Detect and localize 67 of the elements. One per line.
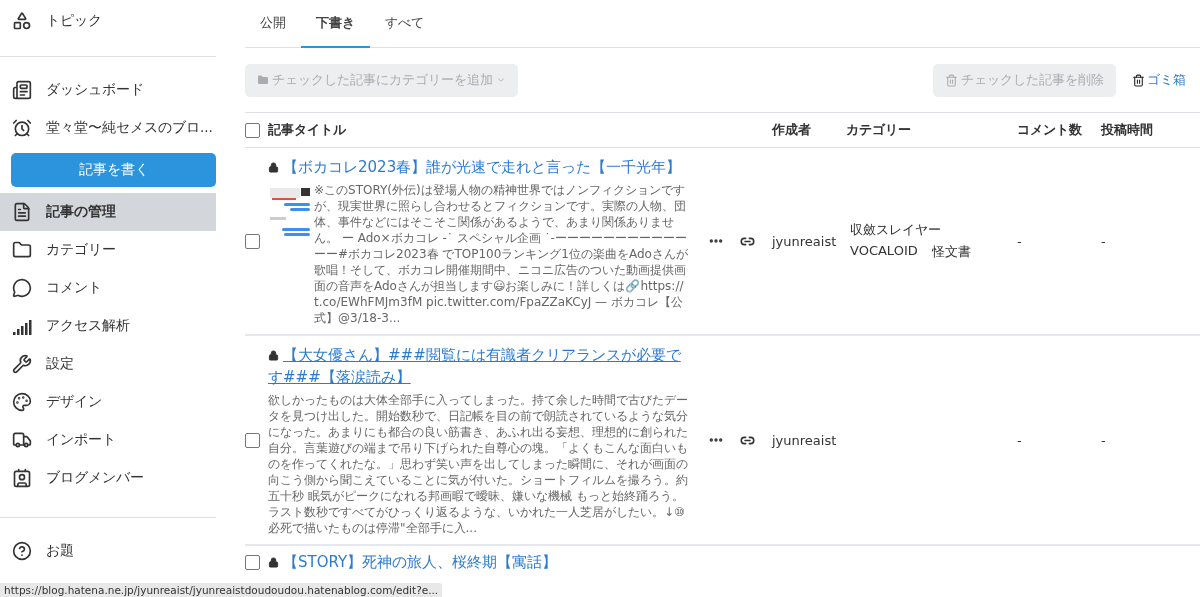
sidebar-item[interactable]: コメント: [0, 269, 216, 307]
column-header: カテゴリー: [846, 121, 912, 139]
sidebar-item[interactable]: トピック: [0, 2, 216, 40]
posted-time: -: [1101, 432, 1107, 448]
sidebar-label: 堂々堂〜純セメスのブロ...: [46, 119, 213, 137]
article-excerpt: ※このSTORY(外伝)は登場人物の精神世界ではノンフィクションですが、現実世界に照らし合わせるとフィクションです。実際の人物、団体、事件などにはそこそこ関係があるようで、あまり関係ありません。 ー Ado×ボカコレ -˙ スペシャル企画 ˙-ーーーーーーーーーーーーー#ボカコレ2023春 でTOP100ランキング1位の楽曲をAdoさんが歌唱！そして、ボカコレ開催期間中、ニコニ広告のついた動画提供画面の音声をAdoさんが担当します😃お楽しみに！詳しくは🔗https://t.co/EWhFMJm3fM pic.twitter.com/FpaZZaKCyJ — ボカコレ【公式】@3/18-3...: [314, 182, 689, 326]
newspaper-icon: [12, 80, 32, 100]
checkbox[interactable]: [245, 122, 260, 138]
sidebar-item[interactable]: 記事の管理: [0, 193, 216, 231]
sidebar-label: ダッシュボード: [46, 81, 144, 99]
alarm-clock-icon: [12, 118, 32, 138]
tab[interactable]: すべて: [370, 0, 439, 48]
category-label: 怪文書: [931, 243, 971, 261]
speech-bubble-icon: [12, 278, 32, 298]
article-excerpt: 欲しかったものは大体全部手に入ってしまった。持て余した時間で古びたデータを見つけ出した。開始数秒で、日記帳を目の前で朗読されているような気分になった。あまりにも都合の良い筋書き、あふれ出る妄想、理想的に創られた自分。言葉遊びの端まで吊り下げられた自尊心の塊。「よくもこんな面白いものを作ってくれたな。」思わず笑い声を出してしまった瞬間に、それが画面の向こう側から聞こえていることに気が付いた。ショートフィルムを撮ろう。約五十秒 眠気がピークになれる邦画暇で曖昧、嫌いな機械 もっと始終踊ろう。ラスト数秒ですべてがひっくり返るような、いかれた一人芝居がしたい。↓⑩必死で描いたものは停滞"全部手に入...: [268, 392, 689, 536]
trash-icon: [945, 73, 958, 87]
posted-time: -: [1101, 233, 1107, 249]
sidebar-label: お題: [46, 542, 74, 560]
shapes-icon: [12, 11, 32, 31]
sidebar-item[interactable]: 堂々堂〜純セメスのブロ...: [0, 109, 216, 147]
document-icon: [12, 202, 32, 222]
author-name: jyunreaist: [772, 233, 838, 249]
sidebar-label: トピック: [46, 12, 102, 30]
sidebar-label: ブログメンバー: [46, 469, 144, 487]
sidebar-label: 記事の管理: [46, 203, 116, 221]
tab[interactable]: 公開: [245, 0, 301, 48]
column-header: 投稿時間: [1101, 121, 1154, 139]
sidebar-label: アクセス解析: [46, 317, 130, 335]
wrench-icon: [12, 354, 32, 374]
checkbox[interactable]: [245, 233, 260, 249]
article-title-link[interactable]: 【ボカコレ2023春】誰が光速で走れと言った【一千光年】: [268, 156, 690, 178]
sidebar-label: コメント: [46, 279, 102, 297]
sidebar-label: カテゴリー: [46, 241, 116, 259]
sidebar-item[interactable]: カテゴリー: [0, 231, 216, 269]
sidebar-item[interactable]: お題: [0, 532, 216, 570]
folder-icon: [257, 74, 269, 86]
checkbox[interactable]: [245, 432, 260, 448]
trash-icon: [1132, 73, 1145, 87]
comment-count: -: [1017, 432, 1023, 448]
sidebar-label: 設定: [46, 355, 74, 373]
trash-link[interactable]: ゴミ箱: [1132, 71, 1186, 89]
sidebar-label: デザイン: [46, 393, 102, 411]
sidebar-item[interactable]: アクセス解析: [0, 307, 216, 345]
caret-icon: [496, 75, 506, 85]
column-header: 作成者: [772, 121, 812, 139]
column-header: 記事タイトル: [268, 121, 347, 139]
author-name: jyunreaist: [772, 432, 838, 448]
category-label: VOCALOID: [850, 243, 918, 260]
sidebar-item[interactable]: インポート: [0, 421, 216, 459]
article-title-link[interactable]: 【STORY】死神の旅人、桜終期【寓話】: [268, 551, 690, 573]
sidebar-item[interactable]: ダッシュボード: [0, 71, 216, 109]
contact-card-icon: [12, 468, 32, 488]
question-icon: [12, 541, 32, 561]
sidebar-item[interactable]: ブログメンバー: [0, 459, 216, 497]
category-label: 収斂スレイヤー: [850, 221, 941, 239]
folder-icon: [12, 240, 32, 260]
checkbox[interactable]: [245, 554, 260, 570]
column-header: コメント数: [1017, 121, 1083, 139]
tab[interactable]: 下書き: [301, 0, 370, 48]
article-title-link[interactable]: 【大女優さん】###閲覧には有識者クリアランスが必要です###【落涙読み】: [268, 344, 690, 388]
truck-icon: [12, 430, 32, 450]
sidebar-item[interactable]: 設定: [0, 345, 216, 383]
status-bar-url: https://blog.hatena.ne.jp/jyunreaist/jyunreaistdoudoudou.hatenablog.com/edit?e...: [0, 583, 443, 597]
comment-count: -: [1017, 233, 1023, 249]
palette-icon: [12, 392, 32, 412]
sidebar-item[interactable]: デザイン: [0, 383, 216, 421]
sidebar-label: インポート: [46, 431, 116, 449]
